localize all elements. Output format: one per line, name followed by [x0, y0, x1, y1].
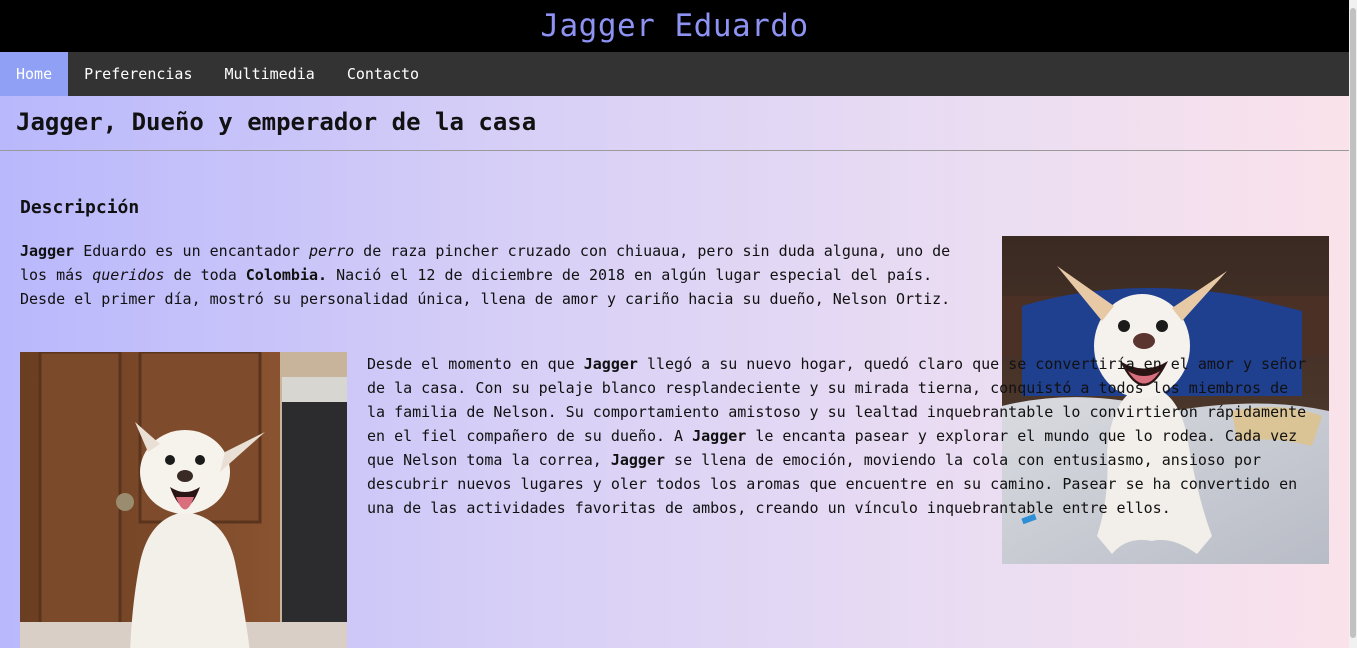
- site-header: Jagger Eduardo: [0, 0, 1349, 52]
- section-title: Descripción: [20, 197, 140, 218]
- body-name-2: Jagger: [692, 427, 747, 445]
- body-name-3: Jagger: [610, 451, 666, 469]
- intro-paragraph: Jagger Eduardo es un encantador perro de…: [20, 239, 980, 311]
- subtitle-bar: Jagger, Dueño y emperador de la casa: [0, 96, 1349, 151]
- nav-preferencias[interactable]: Preferencias: [68, 52, 208, 96]
- vertical-scrollbar[interactable]: [1349, 0, 1357, 648]
- intro-queridos: queridos: [92, 266, 165, 284]
- intro-text-3: de toda: [164, 266, 246, 284]
- nav-home[interactable]: Home: [0, 52, 69, 96]
- nav-contacto[interactable]: Contacto: [331, 52, 435, 96]
- main-nav: Home Preferencias Multimedia Contacto: [0, 52, 1349, 96]
- intro-text-1: Eduardo es un encantador: [74, 242, 309, 260]
- body-paragraph: Desde el momento en que Jagger llegó a s…: [367, 352, 1307, 520]
- intro-colombia: Colombia.: [245, 266, 328, 284]
- body-text-1: Desde el momento en que: [367, 355, 584, 373]
- site-title: Jagger Eduardo: [540, 8, 809, 44]
- page: Jagger Eduardo Home Preferencias Multime…: [0, 0, 1349, 648]
- intro-name: Jagger: [20, 242, 75, 260]
- nav-multimedia[interactable]: Multimedia: [209, 52, 331, 96]
- dog-photo-door: [20, 352, 347, 648]
- page-subtitle: Jagger, Dueño y emperador de la casa: [16, 108, 537, 136]
- intro-perro: perro: [309, 242, 355, 260]
- body-name-1: Jagger: [583, 355, 638, 373]
- scrollbar-thumb[interactable]: [1350, 8, 1356, 638]
